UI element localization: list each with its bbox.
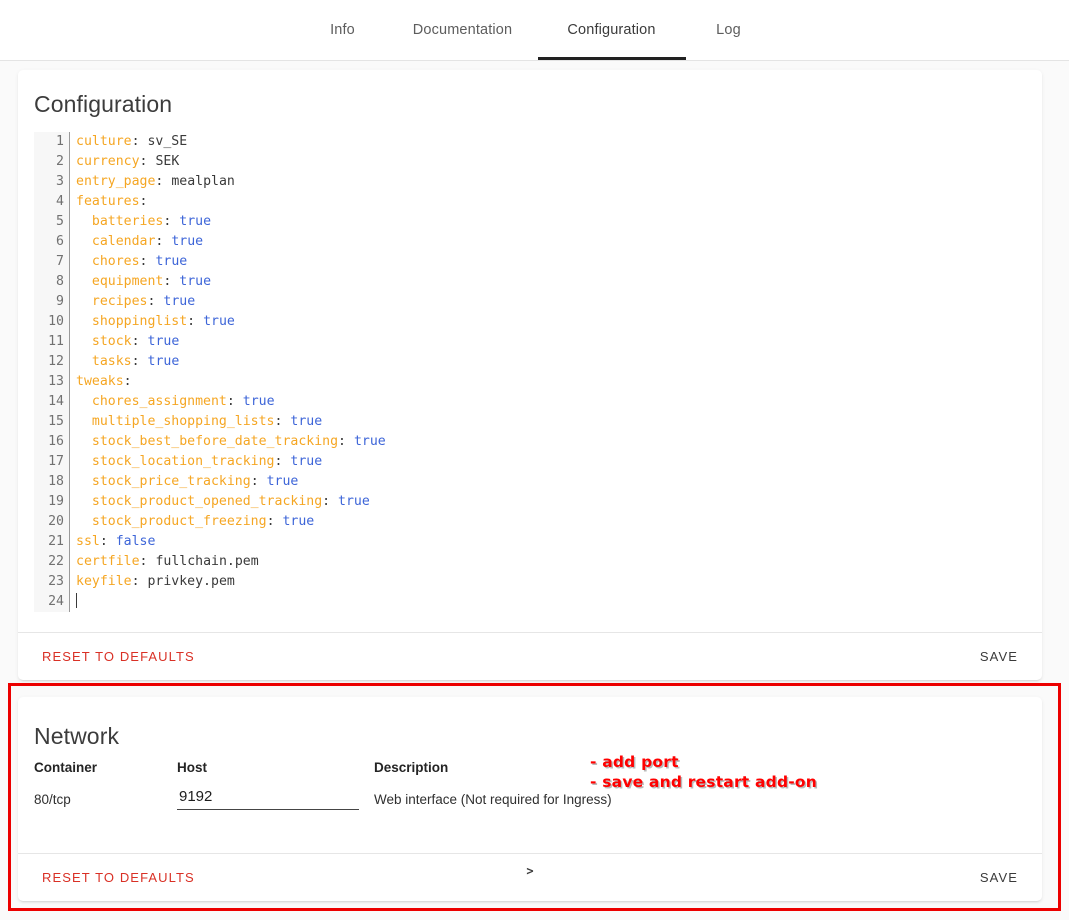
table-header-row: Container Host Description: [34, 760, 594, 775]
configuration-card-footer: RESET TO DEFAULTS SAVE: [18, 632, 1042, 680]
line-number: 16: [48, 434, 64, 449]
network-save-button[interactable]: SAVE: [980, 864, 1018, 891]
editor-code-area[interactable]: culture: sv_SE currency: SEK entry_page: m…: [70, 132, 1042, 612]
host-port-input[interactable]: [177, 788, 359, 810]
line-number: 23: [48, 574, 64, 589]
column-header-description: Description: [374, 760, 449, 775]
network-reset-to-defaults-button[interactable]: RESET TO DEFAULTS: [42, 864, 195, 891]
tab-info-label: Info: [330, 22, 355, 38]
line-number: 5: [56, 214, 64, 229]
line-number: 10: [48, 314, 64, 329]
line-number: 21: [48, 534, 64, 549]
table-row: 80/tcp Web interface (Not required for I…: [34, 788, 612, 810]
top-tab-bar: Info Documentation Configuration Log: [0, 0, 1069, 61]
line-number: 3: [56, 174, 64, 189]
line-number: 20: [48, 514, 64, 529]
tab-log[interactable]: Log: [686, 0, 772, 60]
line-number: 22: [48, 554, 64, 569]
code-line: stock_product_freezing: true: [91, 514, 315, 529]
line-number: 9: [56, 294, 64, 309]
code-line: entry_page: mealplan: [76, 174, 235, 189]
code-line: keyfile: privkey.pem: [76, 574, 235, 589]
tab-list: Info Documentation Configuration Log: [0, 0, 1069, 60]
column-header-container: Container: [34, 760, 98, 775]
line-number: 12: [48, 354, 64, 369]
code-line: features:: [76, 194, 148, 209]
line-number: 18: [48, 474, 64, 489]
line-number: 4: [56, 194, 64, 209]
line-number: 14: [48, 394, 64, 409]
network-card-footer: RESET TO DEFAULTS > SAVE: [18, 853, 1042, 901]
code-line: tasks: true: [91, 354, 180, 369]
line-number: 11: [48, 334, 64, 349]
tab-documentation[interactable]: Documentation: [388, 0, 538, 60]
line-number: 15: [48, 414, 64, 429]
line-number: 7: [56, 254, 64, 269]
code-line: ssl: false: [76, 534, 156, 549]
reset-to-defaults-button[interactable]: RESET TO DEFAULTS: [42, 643, 195, 670]
network-card: Network Container Host Description 80/tc…: [18, 697, 1042, 901]
code-line: calendar: true: [91, 234, 204, 249]
code-line: stock_location_tracking: true: [91, 454, 323, 469]
save-button[interactable]: SAVE: [980, 643, 1018, 670]
line-number: 13: [48, 374, 64, 389]
yaml-editor[interactable]: 1 2 3 4 5 6 7 8 9 10 11 12 13 14 15 16 17 18 19 20 21 22 23 24 …: [34, 132, 1042, 612]
code-line: multiple_shopping_lists: true: [91, 414, 323, 429]
code-line: certfile: fullchain.pem: [76, 554, 259, 569]
editor-line-numbers: 1 2 3 4 5 6 7 8 9 10 11 12 13 14 15 16 17 18 19 20 21 22 23 24: [34, 132, 70, 612]
line-number: 24: [48, 594, 64, 609]
code-line: shoppinglist: true: [91, 314, 235, 329]
caret-marker: >: [526, 864, 534, 878]
tab-documentation-label: Documentation: [412, 22, 513, 38]
code-line: stock: true: [91, 334, 180, 349]
tab-configuration[interactable]: Configuration: [537, 0, 686, 60]
tab-configuration-label: Configuration: [567, 22, 656, 38]
line-number: 8: [56, 274, 64, 289]
line-number: 19: [48, 494, 64, 509]
code-line: recipes: true: [91, 294, 196, 309]
code-line: stock_best_before_date_tracking: true: [91, 434, 386, 449]
port-description-value: Web interface (Not required for Ingress): [374, 791, 612, 807]
network-title: Network: [34, 723, 120, 749]
line-number: 2: [56, 154, 64, 169]
tab-info[interactable]: Info: [298, 0, 388, 60]
code-line: stock_price_tracking: true: [91, 474, 299, 489]
code-line: tweaks:: [76, 374, 132, 389]
line-number: 6: [56, 234, 64, 249]
code-line: currency: SEK: [76, 154, 180, 169]
code-line: chores_assignment: true: [91, 394, 275, 409]
port-host-cell: [177, 788, 374, 810]
configuration-card: Configuration 1 2 3 4 5 6 7 8 9 10 11 12 13 14 15 16 17 1…: [18, 70, 1042, 680]
tab-log-label: Log: [716, 22, 741, 38]
code-line: stock_product_opened_tracking: true: [91, 494, 370, 509]
code-line: culture: sv_SE: [76, 134, 188, 149]
code-line: equipment: true: [91, 274, 212, 289]
line-number: 1: [56, 134, 64, 149]
code-line: chores: true: [91, 254, 188, 269]
line-number: 17: [48, 454, 64, 469]
configuration-title: Configuration: [34, 91, 173, 117]
code-line: [76, 592, 1042, 612]
port-container-value: 80/tcp: [34, 791, 71, 807]
network-ports-table: Container Host Description 80/tcp Web in…: [34, 760, 612, 810]
column-header-host: Host: [177, 760, 207, 775]
code-line: batteries: true: [91, 214, 212, 229]
